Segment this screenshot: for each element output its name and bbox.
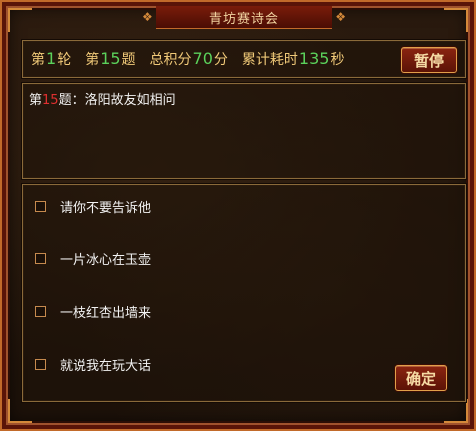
checkbox[interactable] [35, 306, 46, 317]
answer-option[interactable]: 请你不要告诉他 [35, 197, 151, 216]
title-ornament-icon: ❖ [335, 10, 346, 24]
frame-corner-ornament [8, 8, 32, 32]
elapsed-time: 累计耗时 135 秒 [241, 49, 345, 68]
checkbox[interactable] [35, 253, 46, 264]
answer-option[interactable]: 一枝红杏出墙来 [35, 302, 151, 321]
question-number: 15 [42, 93, 59, 108]
answer-option-label: 请你不要告诉他 [60, 201, 152, 216]
frame-corner-ornament [444, 8, 468, 32]
frame-corner-ornament [444, 399, 468, 423]
window-title: 青坊赛诗会 [208, 11, 279, 27]
stats-bar: 第1轮 第 15 题 总积分 70 分 累计耗时 135 秒 暂停 [22, 40, 466, 78]
total-score: 总积分 70 分 [149, 49, 228, 68]
checkbox[interactable] [35, 201, 46, 212]
question-panel: 第15题：洛阳故友如相问 [22, 83, 466, 179]
answer-option-label: 就说我在玩大话 [60, 359, 152, 374]
answer-option[interactable]: 一片冰心在玉壶 [35, 249, 151, 268]
title-ornament-icon: ❖ [142, 10, 153, 24]
confirm-button[interactable]: 确定 [395, 365, 447, 391]
pause-button[interactable]: 暂停 [401, 47, 457, 73]
title-bar: ❖ 青坊赛诗会 ❖ [142, 6, 346, 29]
question-text: 第15题：洛阳故友如相问 [29, 93, 176, 108]
answer-option-label: 一片冰心在玉壶 [60, 253, 152, 268]
quiz-window: ❖ 青坊赛诗会 ❖ 第1轮 第 15 题 总积分 70 分 累计耗时 135 秒 暂停 第1… [0, 0, 476, 431]
answer-option[interactable]: 就说我在玩大话 [35, 355, 151, 374]
answer-option-label: 一枝红杏出墙来 [60, 306, 152, 321]
question-counter: 第 15 题 [85, 49, 136, 68]
checkbox[interactable] [35, 359, 46, 370]
answer-panel: 请你不要告诉他 一片冰心在玉壶 一枝红杏出墙来 就说我在玩大话 确定 [22, 184, 466, 402]
frame-corner-ornament [8, 399, 32, 423]
round-counter: 第1轮 [31, 49, 72, 68]
